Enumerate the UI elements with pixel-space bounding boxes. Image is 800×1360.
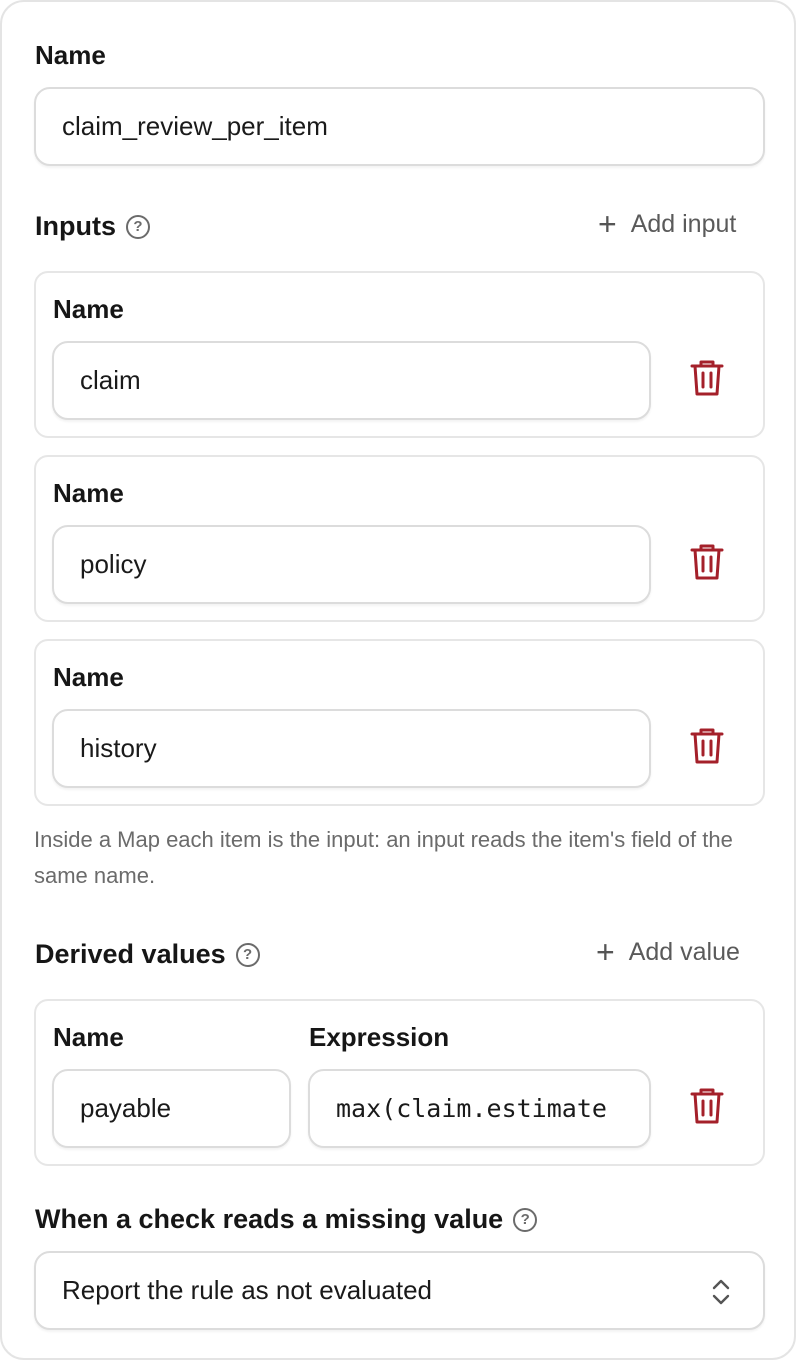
- input-name-label: Name: [53, 662, 124, 692]
- help-icon[interactable]: ?: [126, 214, 150, 239]
- help-icon[interactable]: ?: [513, 1207, 538, 1232]
- help-icon[interactable]: ?: [235, 942, 260, 967]
- delete-input-button[interactable]: [689, 542, 725, 582]
- delete-input-button[interactable]: [689, 726, 725, 766]
- inputs-title-text: Inputs: [35, 211, 116, 241]
- add-input-button[interactable]: + Add input: [598, 208, 736, 240]
- inputs-hint: Inside a Map each item is the input: an …: [34, 827, 733, 888]
- derived-expression-label: Expression: [309, 1022, 450, 1052]
- input-name-label: Name: [53, 294, 124, 324]
- input-name-field[interactable]: policy: [52, 525, 651, 604]
- derived-name-field[interactable]: payable: [52, 1069, 291, 1148]
- missing-value-select[interactable]: Report the rule as not evaluated: [34, 1251, 765, 1330]
- plus-icon: +: [596, 934, 615, 970]
- add-value-button[interactable]: + Add value: [596, 936, 740, 968]
- input-name-field[interactable]: claim: [52, 341, 651, 420]
- chevron-up-down-icon: [712, 1279, 730, 1305]
- delete-input-button[interactable]: [689, 358, 725, 398]
- name-input[interactable]: claim_review_per_item: [34, 87, 765, 166]
- add-input-label: Add input: [630, 209, 737, 238]
- name-label: Name: [35, 40, 106, 70]
- inputs-title: Inputs ?: [35, 213, 150, 240]
- missing-value-title: When a check reads a missing value ?: [35, 1204, 538, 1234]
- derived-title: Derived values ?: [35, 941, 260, 968]
- input-name-label: Name: [53, 478, 124, 508]
- input-name-field[interactable]: history: [52, 709, 651, 788]
- missing-value-title-text: When a check reads a missing value: [35, 1204, 504, 1234]
- add-value-label: Add value: [628, 937, 740, 966]
- delete-value-button[interactable]: [689, 1086, 725, 1126]
- derived-name-label: Name: [53, 1022, 124, 1052]
- derived-expression-field[interactable]: max(claim.estimate: [308, 1069, 651, 1148]
- missing-value-selected: Report the rule as not evaluated: [62, 1275, 433, 1305]
- derived-title-text: Derived values: [35, 939, 226, 969]
- plus-icon: +: [598, 206, 617, 242]
